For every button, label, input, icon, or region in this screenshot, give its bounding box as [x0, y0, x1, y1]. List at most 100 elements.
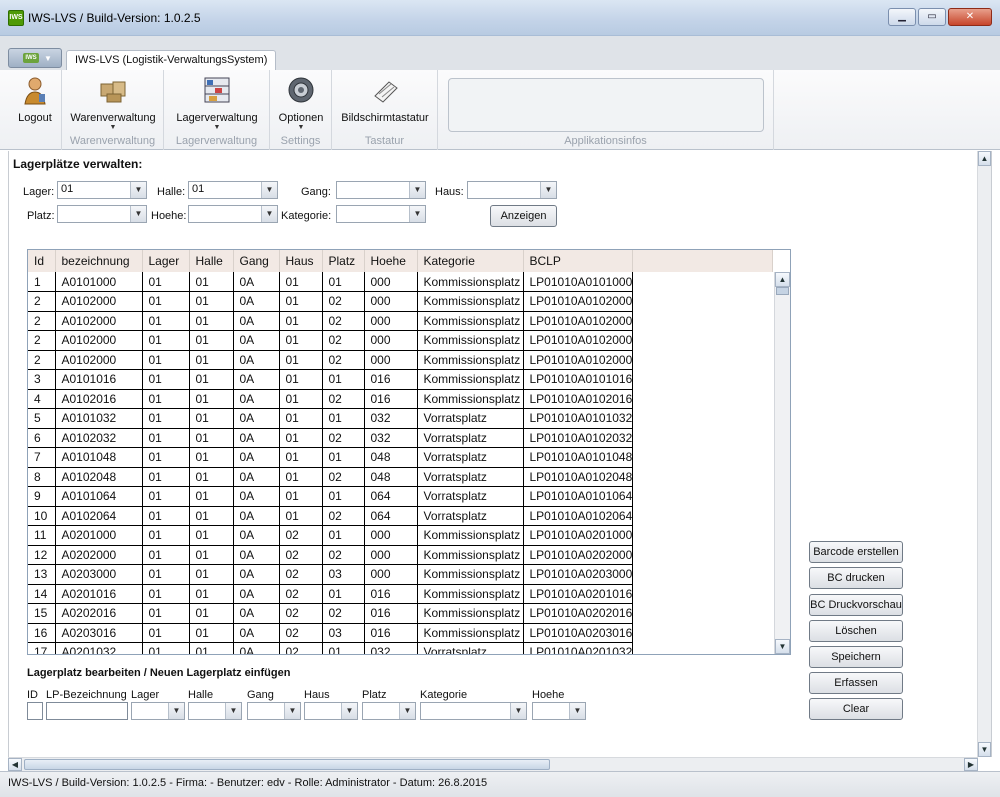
table-cell[interactable]: 5: [28, 408, 56, 429]
column-header[interactable]: Haus: [279, 250, 323, 272]
table-cell[interactable]: 01: [142, 291, 190, 312]
table-cell[interactable]: LP01010A0102000: [523, 350, 634, 370]
table-cell[interactable]: Vorratsplatz: [417, 642, 524, 654]
id-input[interactable]: [27, 702, 43, 720]
table-cell[interactable]: 01: [279, 467, 323, 487]
table-cell[interactable]: Kommissionsplatz: [417, 311, 524, 331]
table-cell[interactable]: 048: [364, 447, 418, 468]
halle-combobox[interactable]: 01 ▼: [188, 181, 278, 199]
table-row[interactable]: 14 A0201016 01 01 0A 02 01 016 Kommissionsplatz L…: [28, 584, 773, 604]
table-cell[interactable]: 01: [142, 311, 190, 331]
table-cell[interactable]: LP01010A0201016: [523, 584, 634, 604]
table-cell[interactable]: 0A: [233, 525, 280, 546]
table-cell[interactable]: Vorratsplatz: [417, 428, 524, 448]
table-cell[interactable]: 01: [142, 467, 190, 487]
scroll-down-icon[interactable]: ▼: [775, 639, 790, 654]
table-cell[interactable]: A0102000: [55, 291, 143, 312]
table-cell[interactable]: 0A: [233, 447, 280, 468]
table-cell[interactable]: 11: [28, 525, 56, 546]
table-cell[interactable]: 01: [279, 369, 323, 390]
bildschirmtastatur-button[interactable]: Bildschirmtastatur: [332, 74, 438, 124]
close-icon[interactable]: ✕: [948, 8, 992, 26]
table-row[interactable]: 5 A0101032 01 01 0A 01 01 032 Vorratsplatz LP0101…: [28, 408, 773, 429]
table-cell[interactable]: 01: [322, 272, 365, 292]
table-cell[interactable]: A0101048: [55, 447, 143, 468]
table-cell[interactable]: LP01010A0102032: [523, 428, 634, 448]
gang-combobox[interactable]: ▼: [336, 181, 426, 199]
tab-iws-lvs[interactable]: IWS-LVS (Logistik-VerwaltungsSystem): [66, 50, 277, 70]
edit-kategorie-combobox[interactable]: ▼: [420, 702, 527, 720]
table-cell[interactable]: 0A: [233, 428, 280, 448]
table-cell[interactable]: LP01010A0102048: [523, 467, 634, 487]
table-cell[interactable]: 0A: [233, 467, 280, 487]
kategorie-combobox[interactable]: ▼: [336, 205, 426, 223]
table-cell[interactable]: Vorratsplatz: [417, 506, 524, 526]
table-cell[interactable]: 01: [322, 584, 365, 604]
table-cell[interactable]: 02: [322, 603, 365, 624]
table-cell[interactable]: 01: [142, 486, 190, 507]
page-horizontal-scrollbar[interactable]: ◀ ▶: [8, 757, 978, 771]
table-cell[interactable]: A0102064: [55, 506, 143, 526]
table-row[interactable]: 2 A0102000 01 01 0A 01 02 000 Kommissionsplatz LP…: [28, 291, 773, 312]
hoehe-combobox[interactable]: ▼: [188, 205, 278, 223]
table-cell[interactable]: 01: [189, 272, 234, 292]
table-cell[interactable]: 02: [279, 623, 323, 643]
table-cell[interactable]: 17: [28, 642, 56, 654]
table-cell[interactable]: A0203000: [55, 564, 143, 585]
table-cell[interactable]: LP01010A0201000: [523, 525, 634, 546]
anzeigen-button[interactable]: Anzeigen: [490, 205, 557, 227]
edit-gang-combobox[interactable]: ▼: [247, 702, 301, 720]
table-cell[interactable]: 01: [279, 506, 323, 526]
table-cell[interactable]: 0A: [233, 506, 280, 526]
speichern-button[interactable]: Speichern: [809, 646, 903, 668]
table-cell[interactable]: 16: [28, 623, 56, 643]
table-cell[interactable]: LP01010A0101016: [523, 369, 634, 390]
table-cell[interactable]: 0A: [233, 389, 280, 409]
table-cell[interactable]: 02: [322, 330, 365, 351]
table-cell[interactable]: LP01010A0102000: [523, 311, 634, 331]
table-cell[interactable]: 01: [322, 642, 365, 654]
scroll-thumb[interactable]: [776, 287, 789, 295]
scroll-thumb[interactable]: [24, 759, 550, 770]
table-cell[interactable]: 01: [142, 447, 190, 468]
table-cell[interactable]: Kommissionsplatz: [417, 389, 524, 409]
scroll-down-icon[interactable]: ▼: [978, 742, 991, 757]
column-header[interactable]: Id: [28, 250, 56, 272]
table-cell[interactable]: 01: [189, 545, 234, 565]
table-cell[interactable]: A0202016: [55, 603, 143, 624]
table-cell[interactable]: 0A: [233, 330, 280, 351]
table-cell[interactable]: 01: [189, 603, 234, 624]
table-cell[interactable]: 02: [279, 584, 323, 604]
page-vertical-scrollbar[interactable]: ▲ ▼: [977, 151, 991, 757]
lp-bezeichnung-input[interactable]: [46, 702, 128, 720]
table-cell[interactable]: 4: [28, 389, 56, 409]
table-cell[interactable]: 016: [364, 389, 418, 409]
bc-druckvorschau-button[interactable]: BC Druckvorschau: [809, 594, 903, 616]
table-cell[interactable]: 02: [322, 506, 365, 526]
table-cell[interactable]: 03: [322, 623, 365, 643]
column-header[interactable]: BCLP: [523, 250, 634, 272]
table-cell[interactable]: 0A: [233, 564, 280, 585]
table-cell[interactable]: A0101032: [55, 408, 143, 429]
table-row[interactable]: 2 A0102000 01 01 0A 01 02 000 Kommissionsplatz LP…: [28, 330, 773, 351]
table-cell[interactable]: LP01010A0102064: [523, 506, 634, 526]
edit-halle-combobox[interactable]: ▼: [188, 702, 242, 720]
table-cell[interactable]: Kommissionsplatz: [417, 272, 524, 292]
table-cell[interactable]: 000: [364, 291, 418, 312]
table-cell[interactable]: 01: [189, 311, 234, 331]
table-cell[interactable]: LP01010A0101000: [523, 272, 634, 292]
table-row[interactable]: 13 A0203000 01 01 0A 02 03 000 Kommissionsplatz L…: [28, 564, 773, 585]
table-cell[interactable]: 01: [189, 506, 234, 526]
scroll-up-icon[interactable]: ▲: [775, 272, 790, 287]
table-cell[interactable]: A0201032: [55, 642, 143, 654]
table-cell[interactable]: 0A: [233, 350, 280, 370]
table-cell[interactable]: A0202000: [55, 545, 143, 565]
table-row[interactable]: 12 A0202000 01 01 0A 02 02 000 Kommissionsplatz L…: [28, 545, 773, 565]
table-cell[interactable]: LP01010A0202000: [523, 545, 634, 565]
table-cell[interactable]: 2: [28, 330, 56, 351]
haus-combobox[interactable]: ▼: [467, 181, 557, 199]
table-cell[interactable]: A0102016: [55, 389, 143, 409]
table-cell[interactable]: Vorratsplatz: [417, 447, 524, 468]
table-cell[interactable]: 02: [279, 603, 323, 624]
column-header[interactable]: Hoehe: [364, 250, 418, 272]
